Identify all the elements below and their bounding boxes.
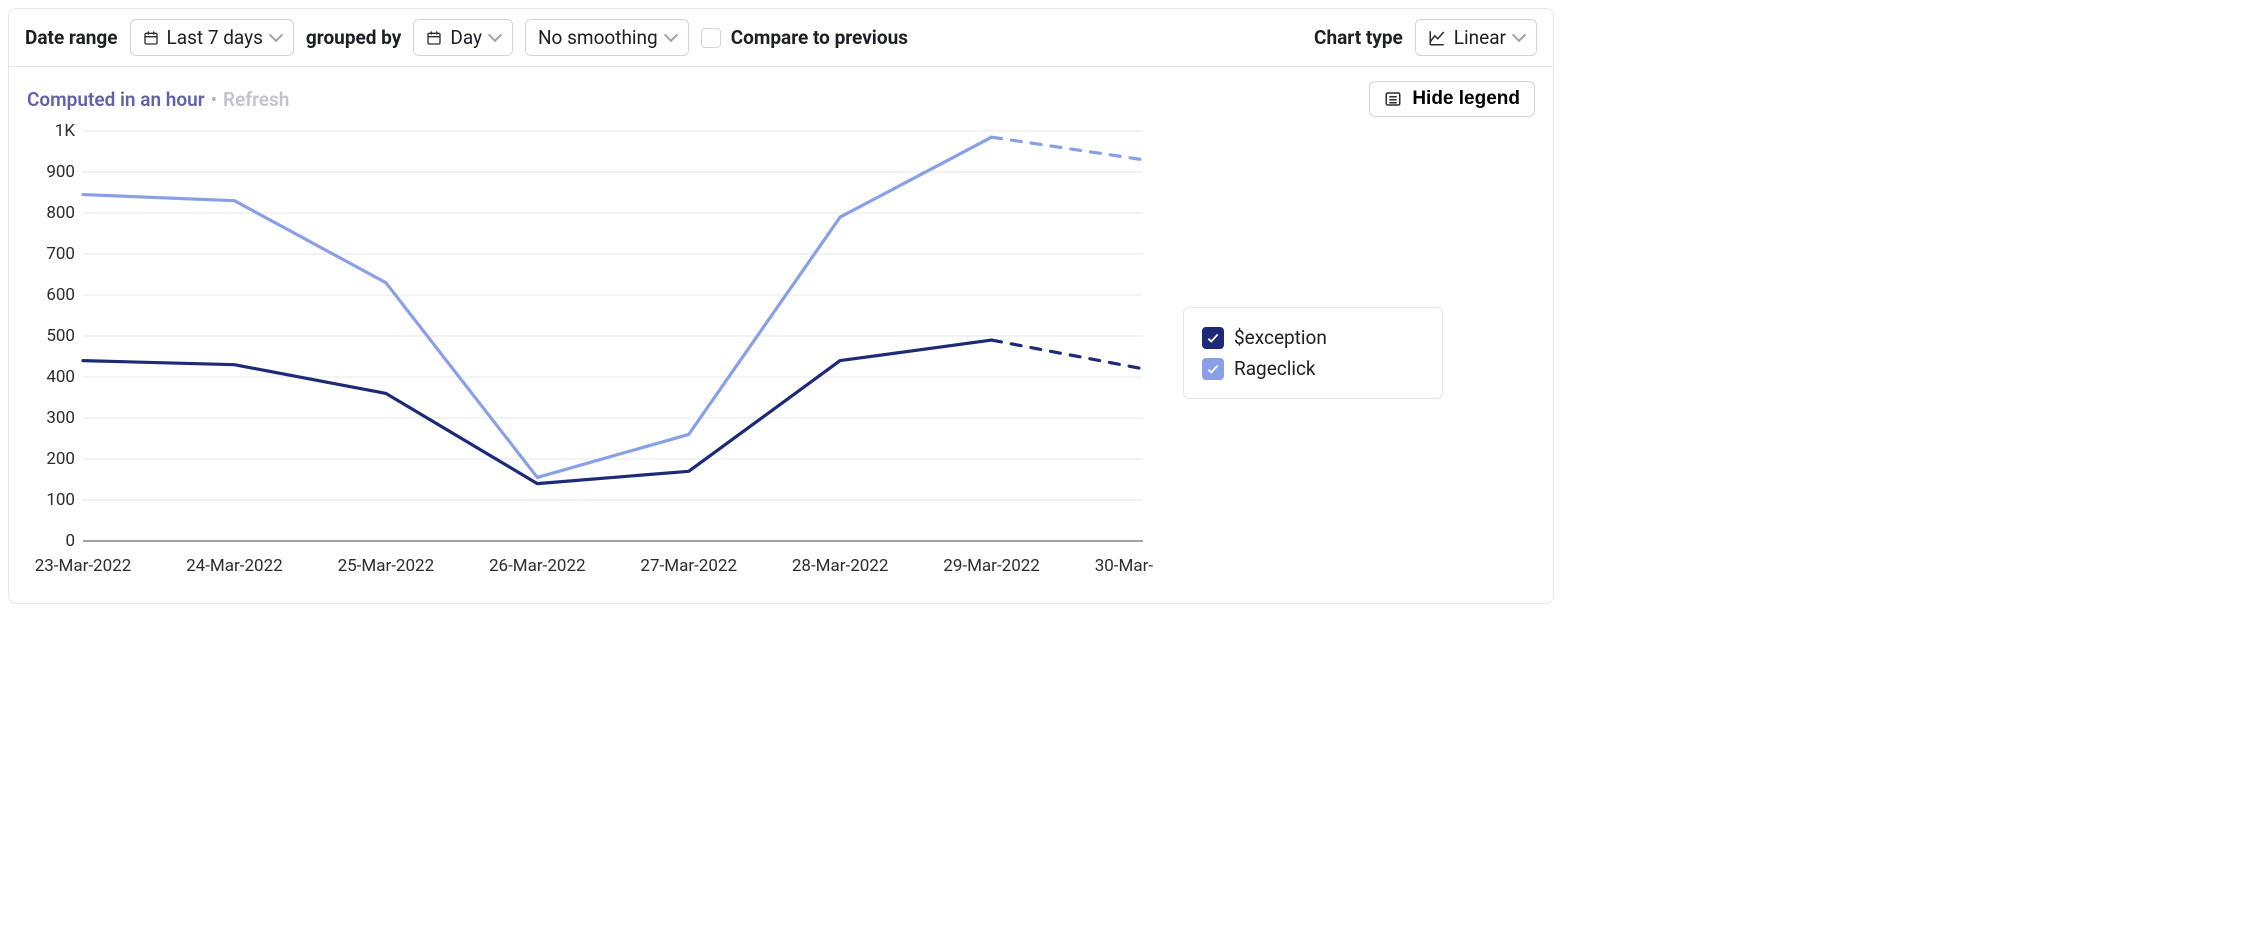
refresh-link[interactable]: Refresh xyxy=(223,88,289,111)
svg-text:26-Mar-2022: 26-Mar-2022 xyxy=(489,556,586,576)
svg-text:700: 700 xyxy=(46,244,75,264)
legend-icon xyxy=(1384,90,1402,108)
date-range-label: Date range xyxy=(25,26,118,49)
legend-label: $exception xyxy=(1234,326,1327,349)
compare-previous-label: Compare to previous xyxy=(731,26,908,49)
chevron-down-icon xyxy=(1512,28,1526,42)
computed-text: Computed in an hour xyxy=(27,88,205,111)
chevron-down-icon xyxy=(269,28,283,42)
date-range-value: Last 7 days xyxy=(167,26,263,49)
smoothing-value: No smoothing xyxy=(538,26,658,49)
smoothing-select[interactable]: No smoothing xyxy=(525,19,689,56)
svg-text:24-Mar-2022: 24-Mar-2022 xyxy=(186,556,283,576)
svg-text:27-Mar-2022: 27-Mar-2022 xyxy=(640,556,737,576)
chart-card: Date range Last 7 days grouped by Day No… xyxy=(8,8,1554,604)
svg-text:800: 800 xyxy=(46,203,75,223)
date-range-select[interactable]: Last 7 days xyxy=(130,19,294,56)
checkbox-icon xyxy=(701,28,721,48)
line-chart-icon xyxy=(1428,29,1446,47)
svg-text:300: 300 xyxy=(46,408,75,428)
legend-item-exception[interactable]: $exception xyxy=(1202,322,1424,353)
svg-text:28-Mar-2022: 28-Mar-2022 xyxy=(792,556,889,576)
svg-text:30-Mar-2022: 30-Mar-2022 xyxy=(1095,556,1153,576)
svg-text:500: 500 xyxy=(46,326,75,346)
svg-text:1K: 1K xyxy=(55,121,76,141)
chart-toolbar: Date range Last 7 days grouped by Day No… xyxy=(9,9,1553,67)
chart-subbar: Computed in an hour • Refresh Hide legen… xyxy=(9,67,1553,117)
legend-card: $exception Rageclick xyxy=(1183,307,1443,399)
legend-item-rageclick[interactable]: Rageclick xyxy=(1202,353,1424,384)
svg-text:600: 600 xyxy=(46,285,75,305)
chevron-down-icon xyxy=(664,28,678,42)
group-select[interactable]: Day xyxy=(413,19,513,56)
legend-swatch xyxy=(1202,358,1224,380)
legend-panel: $exception Rageclick xyxy=(1153,121,1539,585)
group-value: Day xyxy=(450,26,482,49)
legend-label: Rageclick xyxy=(1234,357,1316,380)
calendar-icon xyxy=(143,30,159,46)
grouped-by-label: grouped by xyxy=(306,26,401,49)
chart-type-value: Linear xyxy=(1454,26,1506,49)
svg-text:25-Mar-2022: 25-Mar-2022 xyxy=(338,556,435,576)
svg-text:0: 0 xyxy=(65,531,75,551)
svg-text:900: 900 xyxy=(46,162,75,182)
svg-text:200: 200 xyxy=(46,449,75,469)
legend-swatch xyxy=(1202,327,1224,349)
chevron-down-icon xyxy=(488,28,502,42)
svg-text:29-Mar-2022: 29-Mar-2022 xyxy=(943,556,1040,576)
svg-text:100: 100 xyxy=(46,490,75,510)
compare-previous-toggle[interactable]: Compare to previous xyxy=(701,26,908,49)
chart-type-label: Chart type xyxy=(1314,26,1403,49)
chart-content: 0 100 200 300 400 500 600 700 800 900 1K 23-Mar-202… xyxy=(9,117,1553,603)
hide-legend-button[interactable]: Hide legend xyxy=(1369,81,1535,117)
hide-legend-label: Hide legend xyxy=(1412,88,1520,110)
chart-type-select[interactable]: Linear xyxy=(1415,19,1537,56)
chart-plot: 0 100 200 300 400 500 600 700 800 900 1K 23-Mar-202… xyxy=(23,121,1153,585)
svg-text:400: 400 xyxy=(46,367,75,387)
calendar-icon xyxy=(426,30,442,46)
svg-text:23-Mar-2022: 23-Mar-2022 xyxy=(35,556,132,576)
line-chart-svg: 0 100 200 300 400 500 600 700 800 900 1K 23-Mar-202… xyxy=(23,121,1153,581)
